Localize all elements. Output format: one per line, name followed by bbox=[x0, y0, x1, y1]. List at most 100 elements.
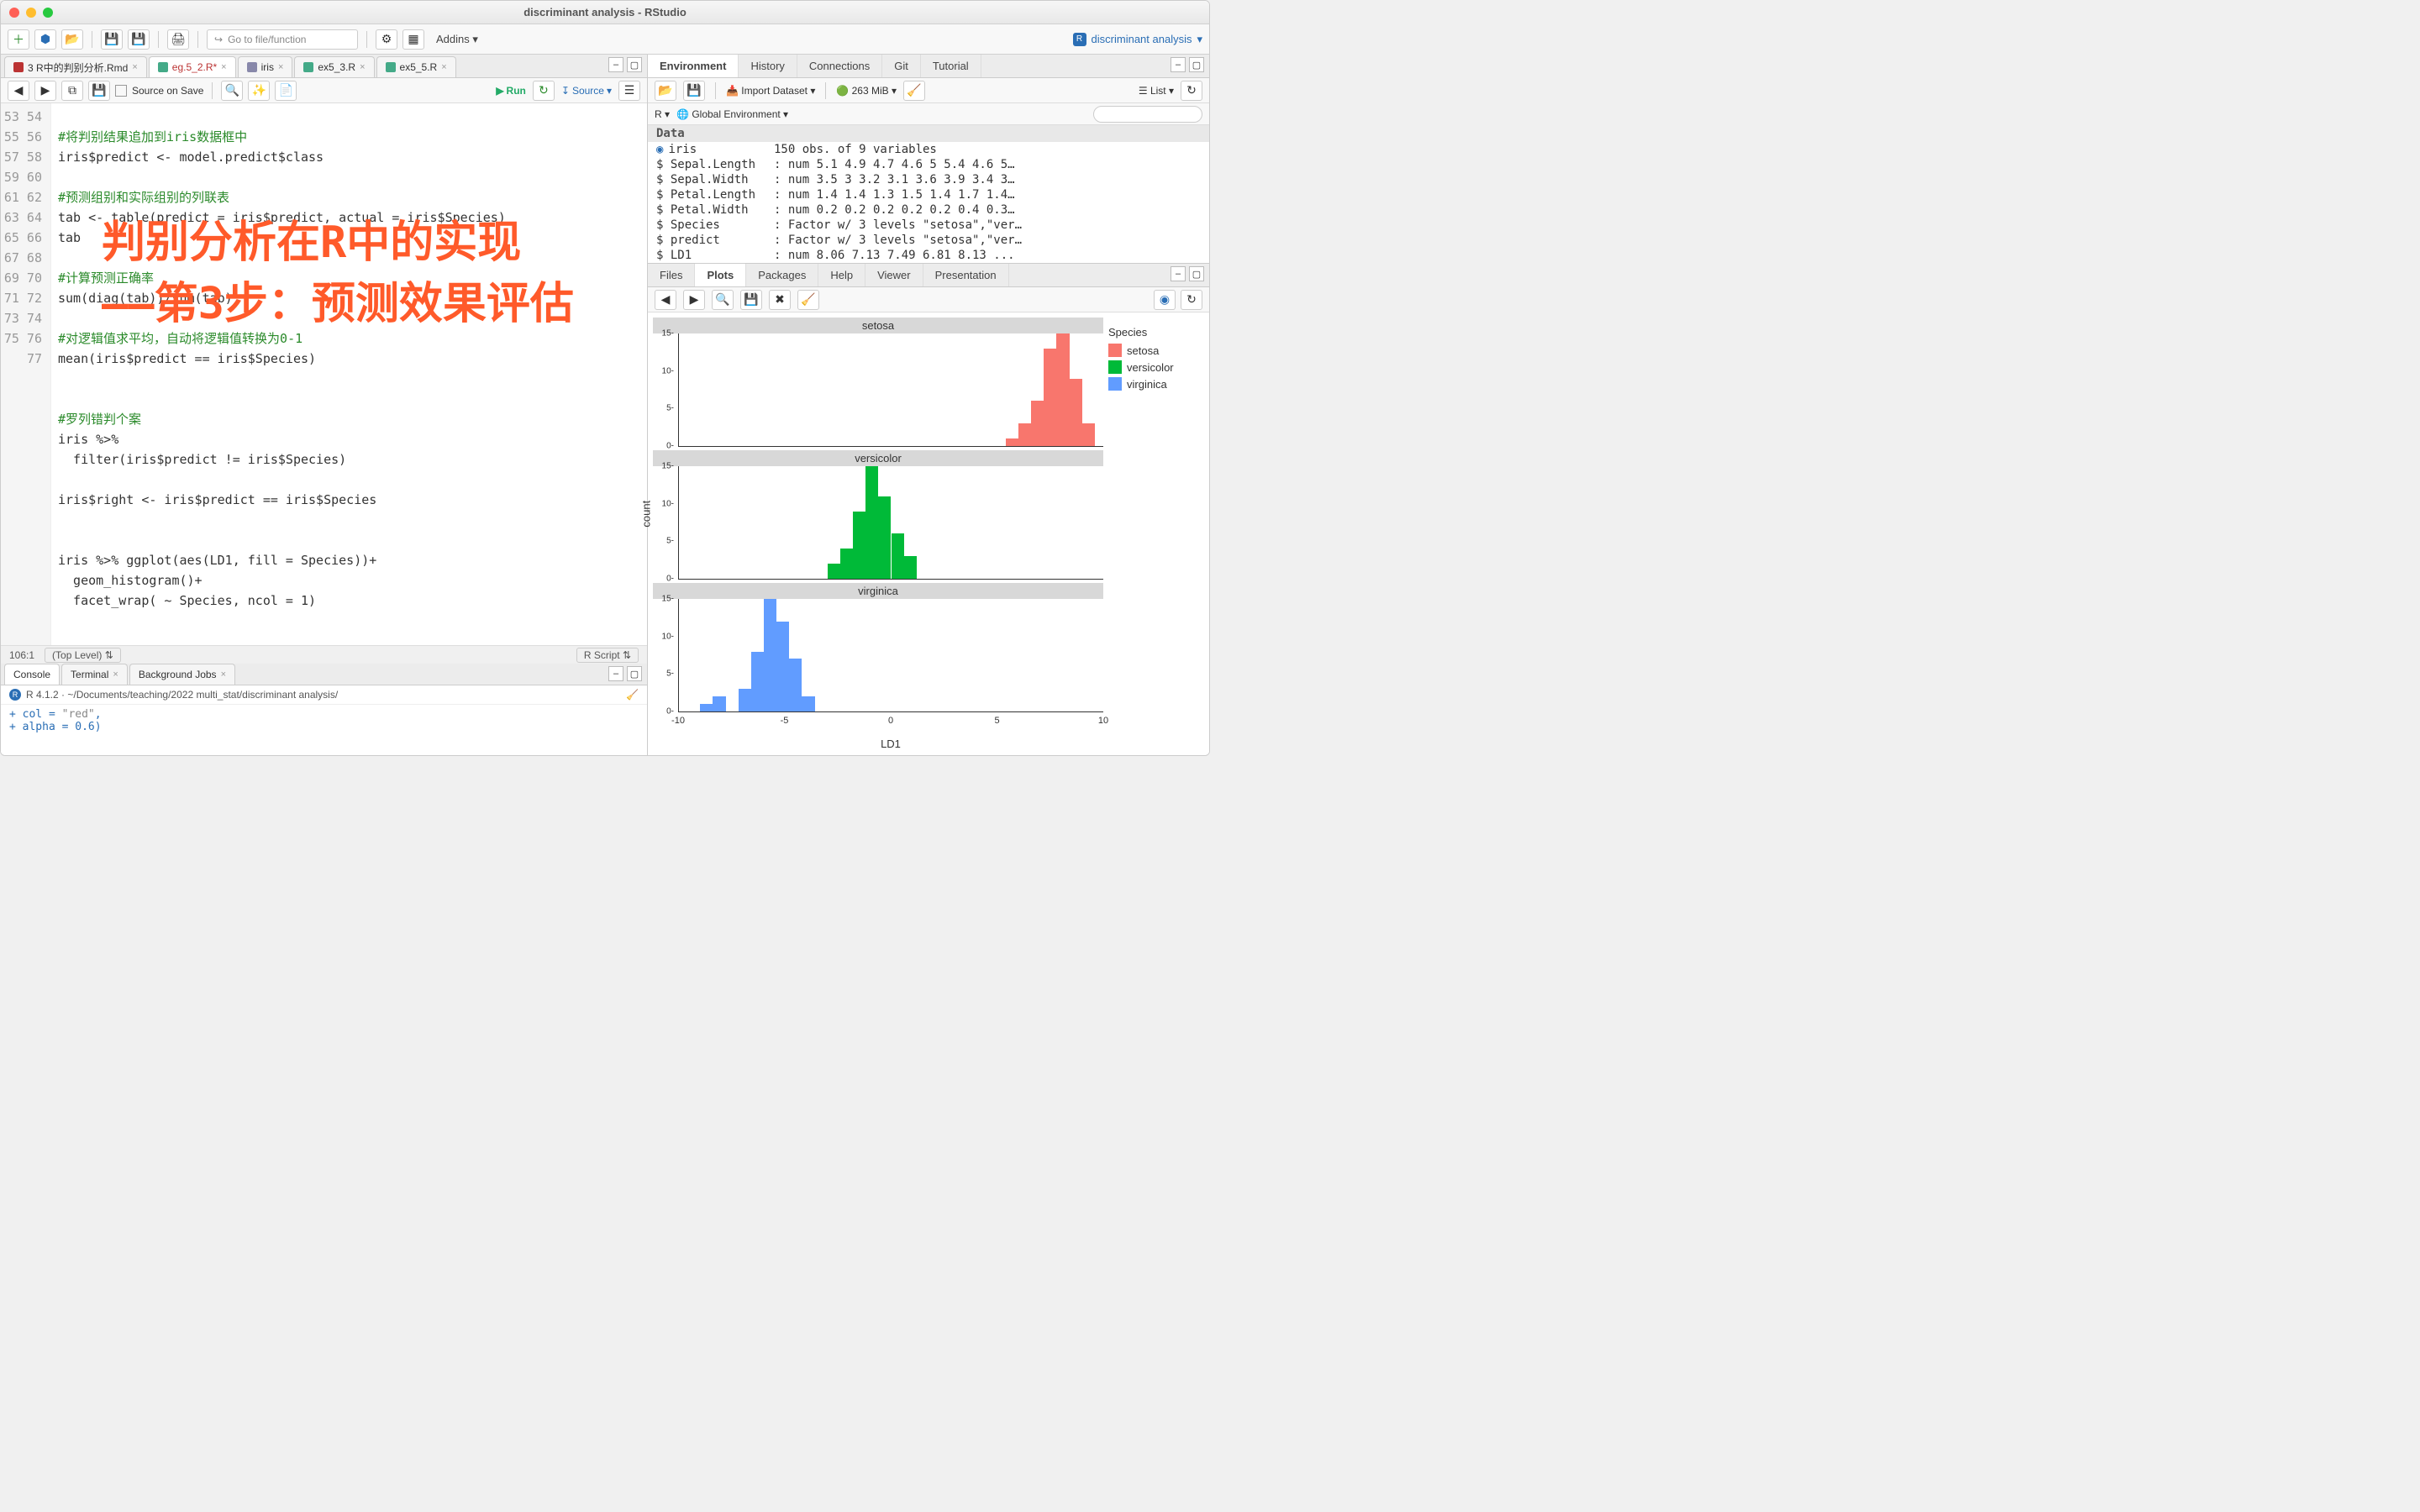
env-row[interactable]: ◉iris150 obs. of 9 variables bbox=[648, 142, 1209, 157]
console-tab[interactable]: Console bbox=[4, 664, 60, 685]
window-title: discriminant analysis - RStudio bbox=[523, 6, 687, 18]
env-row[interactable]: $ Petal.Width : num 0.2 0.2 0.2 0.2 0.2 … bbox=[648, 202, 1209, 218]
zoom-window-icon[interactable] bbox=[43, 8, 53, 18]
prev-plot-button[interactable]: ◀ bbox=[655, 290, 676, 310]
refresh-plot-button[interactable]: ↻ bbox=[1181, 290, 1202, 310]
source-tab[interactable]: ex5_3.R× bbox=[294, 56, 374, 77]
close-tab-icon[interactable]: × bbox=[360, 62, 365, 72]
environment-list[interactable]: Data ◉iris150 obs. of 9 variables$ Sepal… bbox=[648, 125, 1209, 263]
refresh-env-button[interactable]: ↻ bbox=[1181, 81, 1202, 101]
plot-legend: Species setosaversicolorvirginica bbox=[1103, 318, 1204, 750]
minimize-window-icon[interactable] bbox=[26, 8, 36, 18]
source-on-save-label: Source on Save bbox=[132, 85, 203, 97]
minimize-plots-icon[interactable]: – bbox=[1171, 266, 1186, 281]
env-tab[interactable]: History bbox=[739, 55, 797, 77]
minimize-console-icon[interactable]: – bbox=[608, 666, 623, 681]
maximize-console-icon[interactable]: ▢ bbox=[627, 666, 642, 681]
plot-tab[interactable]: Viewer bbox=[865, 264, 923, 286]
remove-plot-button[interactable]: ✖ bbox=[769, 290, 791, 310]
close-tab-icon[interactable]: × bbox=[278, 62, 283, 72]
tools-button[interactable]: ⚙ bbox=[376, 29, 397, 50]
main-toolbar: ＋ ⬢ 📂 💾 💾 🖨 ↪Go to file/function ⚙ ▦ Add… bbox=[1, 24, 1209, 55]
new-project-button[interactable]: ⬢ bbox=[34, 29, 56, 50]
source-button[interactable]: ↧ Source ▾ bbox=[561, 85, 612, 97]
source-tab[interactable]: eg.5_2.R*× bbox=[149, 56, 236, 77]
plot-tab[interactable]: Plots bbox=[695, 264, 746, 286]
y-axis-label: count bbox=[640, 500, 653, 527]
maximize-env-icon[interactable]: ▢ bbox=[1189, 57, 1204, 72]
plot-tab[interactable]: Presentation bbox=[923, 264, 1009, 286]
next-plot-button[interactable]: ▶ bbox=[683, 290, 705, 310]
minimize-env-icon[interactable]: – bbox=[1171, 57, 1186, 72]
minimize-pane-icon[interactable]: – bbox=[608, 57, 623, 72]
scope-selector[interactable]: (Top Level) ⇅ bbox=[45, 648, 121, 663]
code-editor[interactable]: 53 54 55 56 57 58 59 60 61 62 63 64 65 6… bbox=[1, 103, 647, 645]
close-tab-icon[interactable]: × bbox=[221, 62, 226, 72]
env-row[interactable]: $ Petal.Length: num 1.4 1.4 1.3 1.5 1.4 … bbox=[648, 187, 1209, 202]
env-scope-selector[interactable]: 🌐 Global Environment ▾ bbox=[676, 108, 788, 120]
env-row[interactable]: $ predict : Factor w/ 3 levels "setosa",… bbox=[648, 233, 1209, 248]
source-tab[interactable]: ex5_5.R× bbox=[376, 56, 456, 77]
plot-tab[interactable]: Packages bbox=[746, 264, 818, 286]
close-window-icon[interactable] bbox=[9, 8, 19, 18]
forward-button[interactable]: ▶ bbox=[34, 81, 56, 101]
maximize-pane-icon[interactable]: ▢ bbox=[627, 57, 642, 72]
source-tab[interactable]: 3 R中的判别分析.Rmd× bbox=[4, 56, 147, 77]
open-file-button[interactable]: 📂 bbox=[61, 29, 83, 50]
facet-virginica: virginica0-5-10-15- bbox=[653, 583, 1103, 712]
env-tab[interactable]: Git bbox=[882, 55, 921, 77]
save-workspace-button[interactable]: 💾 bbox=[683, 81, 705, 101]
zoom-plot-button[interactable]: 🔍 bbox=[712, 290, 734, 310]
back-button[interactable]: ◀ bbox=[8, 81, 29, 101]
save-file-button[interactable]: 💾 bbox=[88, 81, 110, 101]
save-all-button[interactable]: 💾 bbox=[128, 29, 150, 50]
language-selector[interactable]: R ▾ bbox=[655, 108, 670, 120]
addins-menu[interactable]: Addins ▾ bbox=[429, 33, 485, 46]
file-type-selector[interactable]: R Script ⇅ bbox=[576, 648, 639, 663]
file-icon bbox=[303, 62, 313, 72]
console-tab[interactable]: Background Jobs × bbox=[129, 664, 235, 685]
publish-plot-button[interactable]: ◉ bbox=[1154, 290, 1176, 310]
grid-button[interactable]: ▦ bbox=[402, 29, 424, 50]
env-tab[interactable]: Tutorial bbox=[921, 55, 981, 77]
env-tab[interactable]: Environment bbox=[648, 55, 739, 77]
compile-button[interactable]: 📄 bbox=[275, 81, 297, 101]
save-button[interactable]: 💾 bbox=[101, 29, 123, 50]
maximize-plots-icon[interactable]: ▢ bbox=[1189, 266, 1204, 281]
close-tab-icon[interactable]: × bbox=[132, 62, 137, 72]
project-menu[interactable]: R discriminant analysis ▾ bbox=[1073, 33, 1202, 46]
console-tab[interactable]: Terminal × bbox=[61, 664, 128, 685]
source-on-save-checkbox[interactable] bbox=[115, 85, 127, 97]
outline-button[interactable]: ☰ bbox=[618, 81, 640, 101]
import-dataset-button[interactable]: 📥 Import Dataset ▾ bbox=[726, 85, 815, 97]
env-search-input[interactable] bbox=[1093, 106, 1202, 123]
view-mode-selector[interactable]: ☰ List ▾ bbox=[1139, 85, 1174, 97]
print-button[interactable]: 🖨 bbox=[167, 29, 189, 50]
env-row[interactable]: $ LD1 : num 8.06 7.13 7.49 6.81 8.13 ... bbox=[648, 248, 1209, 263]
find-button[interactable]: 🔍 bbox=[221, 81, 243, 101]
env-row[interactable]: $ Species : Factor w/ 3 levels "setosa",… bbox=[648, 218, 1209, 233]
source-tab[interactable]: iris× bbox=[238, 56, 293, 77]
clear-console-icon[interactable]: 🧹 bbox=[626, 689, 639, 701]
load-workspace-button[interactable]: 📂 bbox=[655, 81, 676, 101]
wand-button[interactable]: ✨ bbox=[248, 81, 270, 101]
console-output[interactable]: + col = "red",+ alpha = 0.6) bbox=[1, 705, 647, 755]
export-plot-button[interactable]: 💾 bbox=[740, 290, 762, 310]
clear-plots-button[interactable]: 🧹 bbox=[797, 290, 819, 310]
clear-objects-button[interactable]: 🧹 bbox=[903, 81, 925, 101]
run-button[interactable]: ▶ Run bbox=[496, 85, 526, 97]
new-file-button[interactable]: ＋ bbox=[8, 29, 29, 50]
env-row[interactable]: $ Sepal.Width : num 3.5 3 3.2 3.1 3.6 3.… bbox=[648, 172, 1209, 187]
memory-indicator[interactable]: 🟢 263 MiB ▾ bbox=[836, 85, 897, 97]
env-row[interactable]: $ Sepal.Length: num 5.1 4.9 4.7 4.6 5 5.… bbox=[648, 157, 1209, 172]
env-tab[interactable]: Connections bbox=[797, 55, 882, 77]
plots-tabs: FilesPlotsPackagesHelpViewerPresentation… bbox=[648, 264, 1209, 287]
plots-toolbar: ◀ ▶ 🔍 💾 ✖ 🧹 ◉ ↻ bbox=[648, 287, 1209, 312]
plot-tab[interactable]: Help bbox=[818, 264, 865, 286]
plot-tab[interactable]: Files bbox=[648, 264, 695, 286]
show-in-new-window-button[interactable]: ⧉ bbox=[61, 81, 83, 101]
source-toolbar: ◀ ▶ ⧉ 💾 Source on Save 🔍 ✨ 📄 ▶ Run ↻ ↧ S… bbox=[1, 78, 647, 103]
goto-file-input[interactable]: ↪Go to file/function bbox=[207, 29, 358, 50]
rerun-button[interactable]: ↻ bbox=[533, 81, 555, 101]
close-tab-icon[interactable]: × bbox=[441, 62, 446, 72]
